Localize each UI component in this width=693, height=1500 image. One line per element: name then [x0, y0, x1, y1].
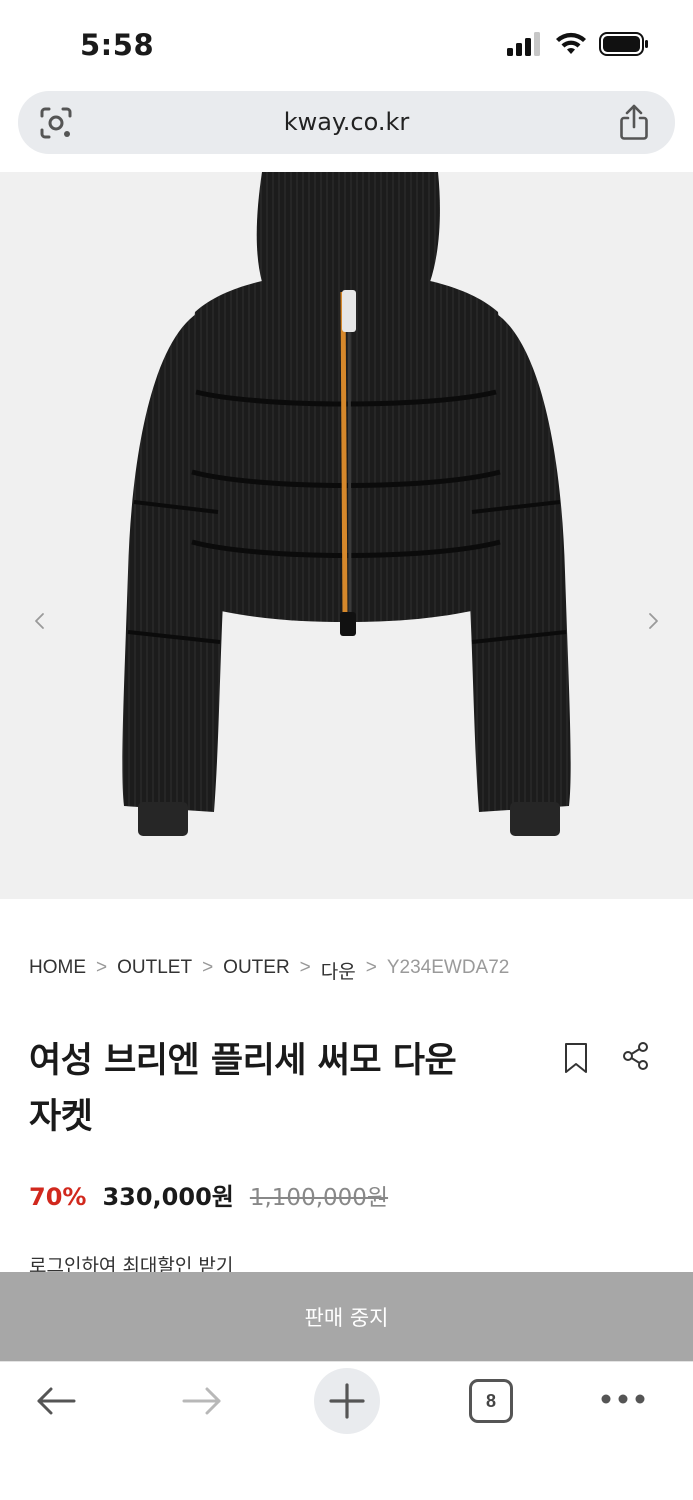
share-icon[interactable]: [617, 103, 651, 141]
discount-rate: 70%: [29, 1183, 87, 1211]
breadcrumb-down[interactable]: 다운: [321, 957, 356, 984]
breadcrumb-separator: >: [202, 957, 214, 978]
more-icon[interactable]: [600, 1392, 646, 1406]
wifi-icon: [556, 32, 586, 54]
breadcrumb-outer[interactable]: OUTER: [223, 957, 290, 984]
back-arrow-icon[interactable]: [34, 1384, 78, 1418]
product-gallery[interactable]: [0, 172, 693, 899]
sale-stopped-button[interactable]: 판매 중지: [0, 1272, 693, 1361]
status-icons: [507, 32, 649, 56]
breadcrumb-product-code: Y234EWDA72: [386, 957, 510, 978]
product-title: 여성 브리엔 플리세 써모 다운 자켓: [29, 1041, 457, 1137]
browser-toolbar: 8: [0, 1361, 693, 1500]
address-bar[interactable]: kway.co.kr: [18, 91, 675, 154]
original-price: 1,100,000원: [249, 1185, 389, 1211]
new-tab-button[interactable]: [314, 1368, 380, 1434]
url-text[interactable]: kway.co.kr: [18, 108, 675, 136]
breadcrumb-separator: >: [96, 957, 108, 978]
price-row: 70% 330,000원 1,100,000원: [29, 1177, 388, 1212]
breadcrumb-outlet[interactable]: OUTLET: [117, 957, 192, 984]
share-network-icon[interactable]: [621, 1041, 651, 1071]
breadcrumb-separator: >: [365, 957, 377, 978]
status-time: 5:58: [80, 28, 155, 62]
breadcrumb-separator: >: [299, 957, 311, 978]
forward-arrow-icon[interactable]: [180, 1384, 224, 1418]
battery-icon: [599, 32, 648, 56]
breadcrumb: HOME > OUTLET > OUTER > 다운 > Y234EWDA72: [29, 957, 509, 984]
sale-price: 330,000원: [102, 1183, 234, 1211]
gallery-next-icon[interactable]: [643, 608, 663, 634]
signal-icon: [507, 32, 540, 56]
tabs-button[interactable]: 8: [469, 1379, 513, 1423]
product-image: [122, 172, 571, 836]
tab-count: 8: [485, 1390, 496, 1411]
breadcrumb-home[interactable]: HOME: [29, 957, 86, 984]
plus-icon: [329, 1383, 365, 1419]
gallery-prev-icon[interactable]: [30, 608, 50, 634]
sale-stopped-label: 판매 중지: [304, 1305, 389, 1330]
status-bar: 5:58: [0, 0, 693, 88]
bookmark-icon[interactable]: [562, 1041, 590, 1075]
